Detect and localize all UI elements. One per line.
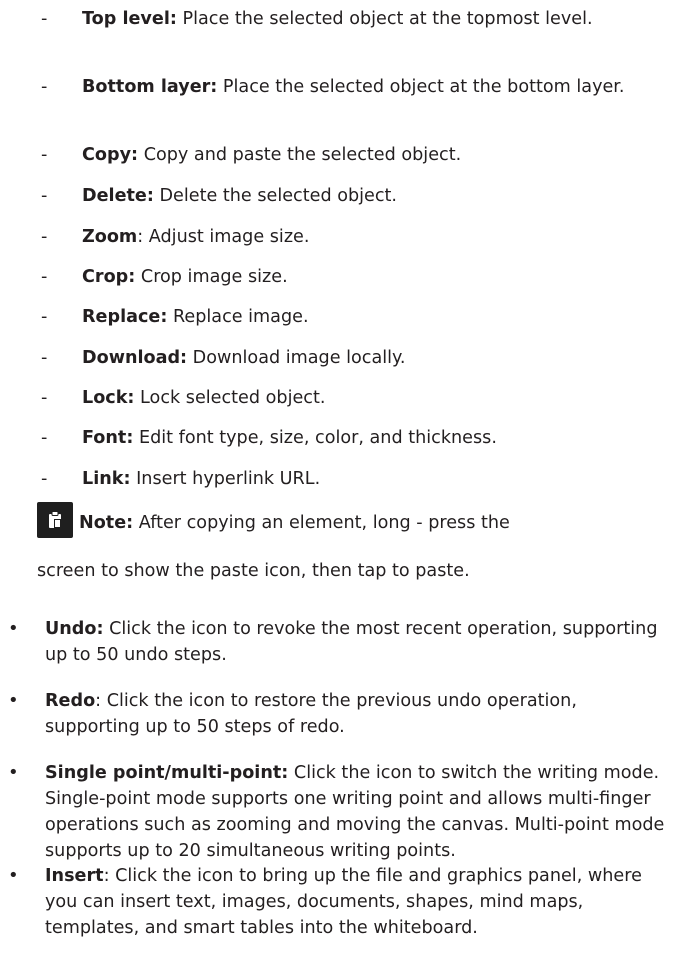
- item-text: Download: Download image locally.: [82, 345, 678, 371]
- note-text-line1: Note: After copying an element, long - p…: [79, 510, 510, 536]
- item-term: Single point/multi-point:: [45, 763, 289, 783]
- item-term: Link:: [82, 469, 131, 489]
- dash-marker: -: [41, 267, 48, 287]
- item-text: Copy: Copy and paste the selected object…: [82, 142, 678, 168]
- dash-marker: -: [41, 227, 48, 247]
- note-text-line2: screen to show the paste icon, then tap …: [37, 561, 470, 581]
- dash-marker: -: [41, 428, 48, 448]
- item-desc: Place the selected object at the bottom …: [217, 77, 625, 97]
- item-desc: Replace image.: [167, 307, 309, 327]
- bullet-marker: •: [8, 690, 19, 711]
- note-term: Note:: [79, 513, 134, 533]
- item-text: Redo: Click the icon to restore the prev…: [45, 688, 665, 740]
- item-desc: Click the icon to revoke the most recent…: [45, 619, 658, 665]
- item-term: Insert: [45, 866, 104, 886]
- item-term: Crop:: [82, 267, 136, 287]
- note-desc: After copying an element, long - press t…: [133, 513, 510, 533]
- clipboard-note-icon: [37, 502, 73, 538]
- item-term: Top level:: [82, 9, 177, 29]
- item-term: Zoom: [82, 227, 138, 247]
- item-term: Download:: [82, 348, 188, 368]
- dash-marker: -: [41, 469, 48, 489]
- item-term: Copy:: [82, 145, 139, 165]
- item-text: Single point/multi-point: Click the icon…: [45, 760, 665, 864]
- item-term: Lock:: [82, 388, 135, 408]
- item-text: Top level: Place the selected object at …: [82, 6, 678, 32]
- bullet-marker: •: [8, 618, 19, 639]
- item-desc: Lock selected object.: [134, 388, 326, 408]
- item-text: Bottom layer: Place the selected object …: [82, 74, 678, 100]
- document-page: - Top level: Place the selected object a…: [0, 0, 686, 967]
- item-text: Zoom: Adjust image size.: [82, 224, 678, 250]
- item-desc: Crop image size.: [135, 267, 288, 287]
- item-term: Delete:: [82, 186, 154, 206]
- item-desc: Delete the selected object.: [153, 186, 398, 206]
- item-term: Font:: [82, 428, 134, 448]
- bullet-marker: •: [8, 865, 19, 886]
- item-text: Font: Edit font type, size, color, and t…: [82, 425, 678, 451]
- dash-marker: -: [41, 348, 48, 368]
- item-desc: : Click the icon to restore the previous…: [45, 691, 577, 737]
- item-desc: : Adjust image size.: [137, 227, 310, 247]
- item-term: Bottom layer:: [82, 77, 218, 97]
- item-term: Replace:: [82, 307, 168, 327]
- item-term: Undo:: [45, 619, 104, 639]
- dash-marker: -: [41, 77, 48, 97]
- item-text: Replace: Replace image.: [82, 304, 678, 330]
- bullet-marker: •: [8, 762, 19, 783]
- item-text: Lock: Lock selected object.: [82, 385, 678, 411]
- item-desc: Place the selected object at the topmost…: [176, 9, 593, 29]
- item-text: Crop: Crop image size.: [82, 264, 678, 290]
- item-text: Undo: Click the icon to revoke the most …: [45, 616, 665, 668]
- dash-marker: -: [41, 186, 48, 206]
- item-desc: Copy and paste the selected object.: [138, 145, 462, 165]
- dash-marker: -: [41, 388, 48, 408]
- item-text: Insert: Click the icon to bring up the f…: [45, 863, 665, 941]
- clipboard-glyph: [49, 511, 61, 528]
- item-desc: Edit font type, size, color, and thickne…: [133, 428, 497, 448]
- dash-marker: -: [41, 9, 48, 29]
- item-text: Link: Insert hyperlink URL.: [82, 466, 678, 492]
- dash-marker: -: [41, 307, 48, 327]
- item-desc: Download image locally.: [187, 348, 406, 368]
- item-desc: Insert hyperlink URL.: [130, 469, 321, 489]
- item-desc: : Click the icon to bring up the file an…: [45, 866, 642, 938]
- item-term: Redo: [45, 691, 96, 711]
- item-text: Delete: Delete the selected object.: [82, 183, 678, 209]
- dash-marker: -: [41, 145, 48, 165]
